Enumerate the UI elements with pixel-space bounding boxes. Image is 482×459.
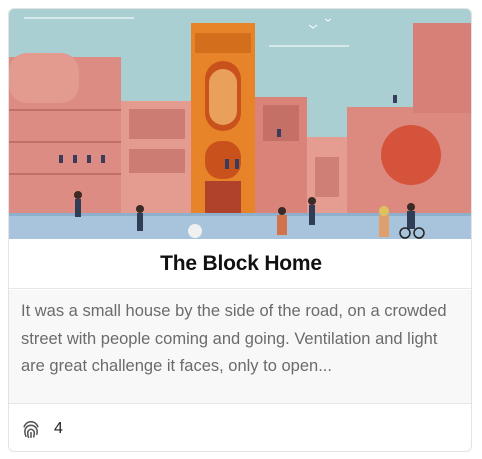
card-footer: 4 <box>9 405 471 451</box>
cover-image[interactable] <box>9 9 471 239</box>
excerpt-section: It was a small house by the side of the … <box>9 290 471 404</box>
post-title[interactable]: The Block Home <box>160 252 322 276</box>
like-count: 4 <box>54 420 63 437</box>
post-card[interactable]: The Block Home It was a small house by t… <box>8 8 472 452</box>
title-section: The Block Home <box>9 239 471 289</box>
fingerprint-icon[interactable] <box>20 418 42 440</box>
post-excerpt: It was a small house by the side of the … <box>21 302 447 375</box>
